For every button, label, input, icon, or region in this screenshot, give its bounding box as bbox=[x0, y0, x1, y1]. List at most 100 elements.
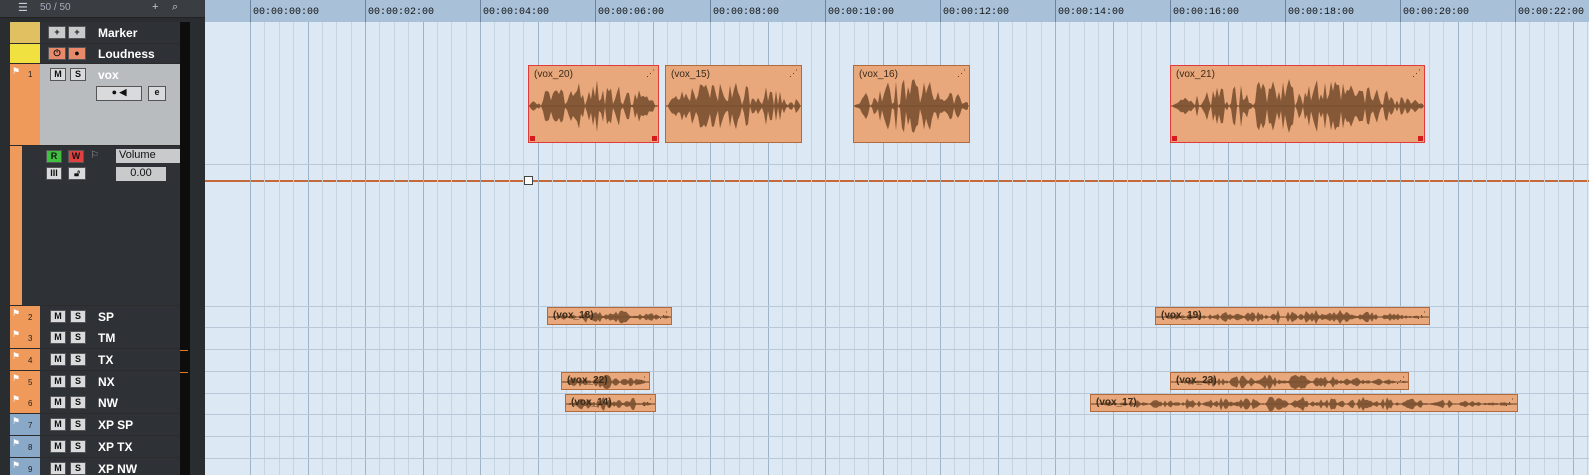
solo-button[interactable]: S bbox=[70, 331, 86, 344]
ruler-tick bbox=[1400, 0, 1401, 22]
ruler-label: 00:00:10:00 bbox=[828, 7, 895, 18]
mute-button[interactable]: M bbox=[50, 310, 66, 323]
add-cycle-marker-button[interactable]: + bbox=[68, 26, 86, 39]
folder-flag-icon[interactable]: ⚑ bbox=[12, 308, 20, 319]
automation-track[interactable]: R W ⚐ Volume III 🔓︎ 0.00 bbox=[10, 146, 180, 306]
track-name: NW bbox=[98, 396, 118, 410]
track-number: 8 bbox=[28, 443, 33, 452]
lane-divider bbox=[205, 414, 1589, 415]
fade-handle-icon[interactable]: ⋰ bbox=[789, 68, 798, 79]
track-name: XP TX bbox=[98, 440, 133, 454]
event-handle[interactable] bbox=[1172, 136, 1177, 141]
track-counter: 50 / 50 bbox=[40, 2, 71, 13]
record-button[interactable]: ● bbox=[68, 47, 86, 60]
folder-flag-icon[interactable]: ⚑ bbox=[12, 351, 20, 362]
fade-handle-icon[interactable]: ⋰ bbox=[1417, 310, 1426, 321]
track-number: 5 bbox=[28, 378, 33, 387]
track-name: XP SP bbox=[98, 418, 134, 432]
fade-handle-icon[interactable]: ⋰ bbox=[646, 68, 655, 79]
mute-button[interactable]: M bbox=[50, 440, 66, 453]
add-track-icon[interactable]: + bbox=[152, 1, 158, 13]
audio-event-vox23[interactable]: (vox_23) ⋰ bbox=[1170, 372, 1409, 390]
automation-point[interactable] bbox=[524, 176, 533, 185]
folder-flag-icon[interactable]: ⚑ bbox=[12, 66, 20, 77]
audio-event-vox15[interactable]: (vox_15) ⋰ bbox=[665, 65, 802, 143]
mute-button[interactable]: M bbox=[50, 396, 66, 409]
track-loudness[interactable]: ⏻ ● Loudness bbox=[10, 44, 180, 64]
track-nw[interactable]: ⚑ 6 M S NW bbox=[10, 392, 180, 414]
track-sp[interactable]: ⚑ 2 M S SP bbox=[10, 306, 180, 328]
audio-event-vox18[interactable]: (vox_18) ⋰ bbox=[547, 307, 672, 325]
fade-handle-icon[interactable]: ⋰ bbox=[643, 397, 652, 408]
write-button[interactable]: W bbox=[68, 150, 84, 163]
track-marker[interactable]: + + Marker bbox=[10, 22, 180, 44]
mute-button[interactable]: M bbox=[50, 331, 66, 344]
solo-button[interactable]: S bbox=[70, 353, 86, 366]
pin-icon[interactable]: ⚐ bbox=[90, 150, 99, 161]
mute-button[interactable]: M bbox=[50, 375, 66, 388]
track-number: 7 bbox=[28, 421, 33, 430]
mute-button[interactable]: M bbox=[50, 353, 66, 366]
read-button[interactable]: R bbox=[46, 150, 62, 163]
grid-line bbox=[1529, 22, 1530, 475]
automation-value[interactable]: 0.00 bbox=[116, 167, 166, 181]
grid-line bbox=[825, 22, 826, 475]
audio-event-vox14[interactable]: (vox_14) ⋰ bbox=[565, 394, 656, 412]
track-xptx[interactable]: ⚑ 8 M S XP TX bbox=[10, 436, 180, 458]
fade-handle-icon[interactable]: ⋰ bbox=[637, 375, 646, 386]
fade-handle-icon[interactable]: ⋰ bbox=[1412, 68, 1421, 79]
track-nx[interactable]: ⚑ 5 M S NX bbox=[10, 371, 180, 393]
parameter-select[interactable]: Volume bbox=[116, 149, 180, 163]
folder-flag-icon[interactable]: ⚑ bbox=[12, 416, 20, 427]
audio-event-vox19[interactable]: (vox_19) ⋰ bbox=[1155, 307, 1430, 325]
solo-button[interactable]: S bbox=[70, 440, 86, 453]
track-xpnw[interactable]: ⚑ 9 M S XP NW bbox=[10, 458, 180, 475]
fade-handle-icon[interactable]: ⋰ bbox=[1505, 397, 1514, 408]
mute-button[interactable]: M bbox=[50, 418, 66, 431]
folder-flag-icon[interactable]: ⚑ bbox=[12, 373, 20, 384]
audio-event-vox22[interactable]: (vox_22) ⋰ bbox=[561, 372, 650, 390]
audio-event-vox16[interactable]: (vox_16) ⋰ bbox=[853, 65, 970, 143]
record-monitor-button[interactable]: ● ◀ bbox=[96, 86, 142, 101]
grid-line bbox=[480, 22, 481, 475]
search-icon[interactable]: ⌕ bbox=[172, 1, 178, 14]
grid-line bbox=[1587, 22, 1588, 475]
folder-flag-icon[interactable]: ⚑ bbox=[12, 460, 20, 471]
event-display[interactable]: (vox_20) ⋰ (vox_15) ⋰ (vox_16) ⋰ (vox_21) ⋰ (vox… bbox=[205, 22, 1589, 475]
mute-button[interactable]: M bbox=[50, 462, 66, 475]
solo-button[interactable]: S bbox=[70, 310, 86, 323]
grid-line bbox=[250, 22, 251, 475]
add-marker-button[interactable]: + bbox=[48, 26, 66, 39]
track-tx[interactable]: ⚑ 4 M S TX bbox=[10, 349, 180, 371]
track-tm[interactable]: ⚑ 3 M S TM bbox=[10, 327, 180, 349]
track-xpsp[interactable]: ⚑ 7 M S XP SP bbox=[10, 414, 180, 436]
time-ruler[interactable]: 00:00:00:00 00:00:02:00 00:00:04:00 00:00:0… bbox=[205, 0, 1589, 23]
fade-handle-icon[interactable]: ⋰ bbox=[1396, 375, 1405, 386]
event-handle[interactable] bbox=[530, 136, 535, 141]
audio-event-vox20[interactable]: (vox_20) ⋰ bbox=[528, 65, 659, 143]
solo-button[interactable]: S bbox=[70, 68, 86, 81]
solo-button[interactable]: S bbox=[70, 396, 86, 409]
ruler-label: 00:00:06:00 bbox=[598, 7, 665, 18]
mute-automation-button[interactable]: III bbox=[46, 167, 62, 180]
event-handle[interactable] bbox=[1418, 136, 1423, 141]
solo-button[interactable]: S bbox=[70, 418, 86, 431]
ruler-tick bbox=[825, 0, 826, 22]
solo-button[interactable]: S bbox=[70, 375, 86, 388]
event-handle[interactable] bbox=[652, 136, 657, 141]
power-button[interactable]: ⏻ bbox=[48, 47, 66, 60]
edit-button[interactable]: e bbox=[148, 86, 166, 101]
folder-flag-icon[interactable]: ⚑ bbox=[12, 394, 20, 405]
fade-handle-icon[interactable]: ⋰ bbox=[957, 68, 966, 79]
folder-flag-icon[interactable]: ⚑ bbox=[12, 438, 20, 449]
track-vox[interactable]: ⚑ 1 M S vox ● ◀ e bbox=[10, 64, 180, 146]
fade-handle-icon[interactable]: ⋰ bbox=[659, 310, 668, 321]
audio-event-vox17[interactable]: (vox_17) ⋰ bbox=[1090, 394, 1518, 412]
mute-button[interactable]: M bbox=[50, 68, 66, 81]
audio-event-vox21[interactable]: (vox_21) ⋰ bbox=[1170, 65, 1425, 143]
lock-icon[interactable]: 🔓︎ bbox=[68, 167, 86, 180]
list-icon[interactable]: ☰ bbox=[18, 1, 28, 14]
solo-button[interactable]: S bbox=[70, 462, 86, 475]
folder-flag-icon[interactable]: ⚑ bbox=[12, 329, 20, 340]
track-number: 3 bbox=[28, 334, 33, 343]
